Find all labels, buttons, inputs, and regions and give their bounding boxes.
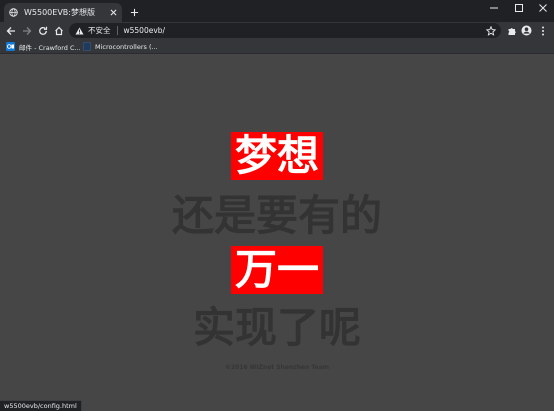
profile-avatar-icon[interactable]	[520, 24, 533, 37]
page-icon	[82, 42, 91, 51]
bookmark-label: 邮件 - Crawford C...	[19, 43, 81, 52]
warning-icon[interactable]	[75, 26, 84, 35]
slogan-line-1: 梦想	[0, 132, 554, 180]
forward-button[interactable]	[20, 24, 33, 37]
highlight-just-in-case: 万一	[230, 246, 323, 294]
tab-strip: W5500EVB:梦想版	[0, 0, 554, 22]
bookmark-star-icon[interactable]	[485, 25, 496, 36]
reload-button[interactable]	[36, 24, 49, 37]
bookmark-microcontrollers[interactable]: Microcontrollers (...	[82, 41, 158, 52]
minimize-button[interactable]	[481, 0, 507, 16]
maximize-button[interactable]	[506, 0, 532, 16]
page-content: 梦想 还是要有的 万一 实现了呢 ©2016 WIZnet Shenzhen T…	[0, 54, 554, 411]
security-label[interactable]: 不安全	[88, 25, 111, 36]
close-tab-icon[interactable]	[108, 8, 118, 18]
copyright-text: ©2016 WIZnet Shenzhen Team	[224, 364, 330, 371]
address-divider	[116, 26, 118, 35]
home-button[interactable]	[52, 24, 65, 37]
status-url-bubble: w5500evb/config.html	[0, 400, 82, 411]
back-button[interactable]	[4, 24, 17, 37]
extensions-icon[interactable]	[505, 24, 518, 37]
bookmark-outlook[interactable]: 邮件 - Crawford C...	[6, 41, 81, 52]
browser-tab[interactable]: W5500EVB:梦想版	[4, 3, 122, 22]
address-bar[interactable]: 不安全 w5500evb/	[69, 23, 501, 38]
bookmarks-bar: 邮件 - Crawford C... Microcontrollers (...	[0, 39, 554, 54]
slogan-line-4: 实现了呢	[192, 303, 361, 352]
menu-kebab-icon[interactable]	[536, 24, 549, 37]
slogan-line-2: 还是要有的	[171, 191, 382, 240]
outlook-icon	[6, 42, 15, 51]
bookmark-label: Microcontrollers (...	[95, 42, 158, 51]
tab-title: W5500EVB:梦想版	[24, 8, 95, 17]
url-text[interactable]: w5500evb/	[124, 26, 166, 35]
new-tab-button[interactable]	[128, 6, 140, 18]
globe-icon	[8, 8, 18, 18]
browser-toolbar: 不安全 w5500evb/	[0, 22, 554, 39]
close-window-button[interactable]	[530, 0, 554, 16]
slogan-line-3: 万一	[0, 246, 554, 294]
highlight-dream: 梦想	[230, 132, 323, 180]
